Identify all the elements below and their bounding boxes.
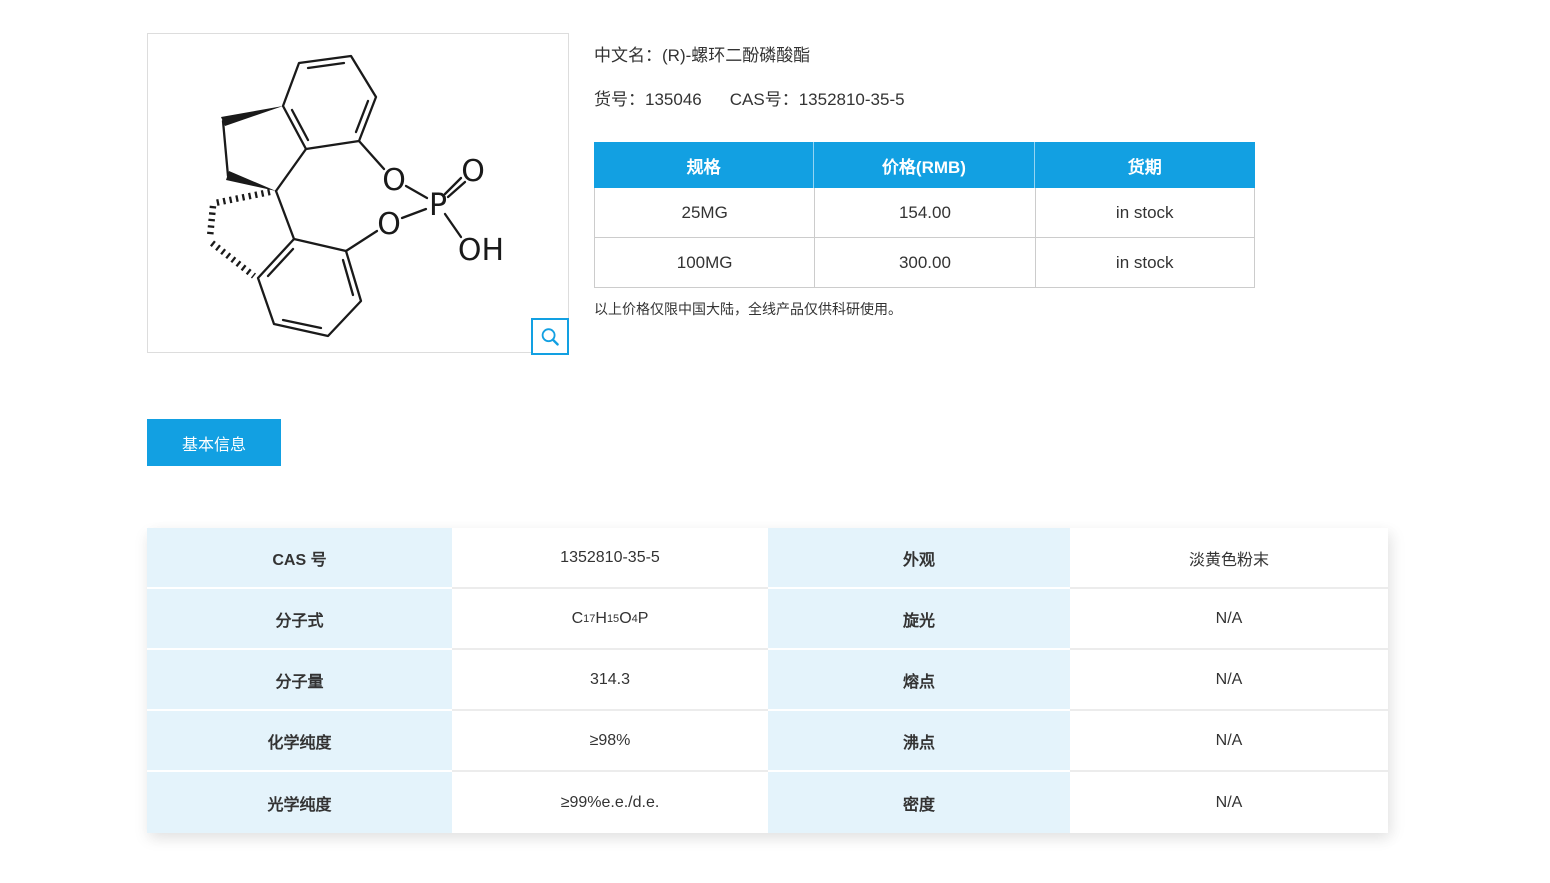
product-name: (R)-螺环二酚磷酸酯 (662, 46, 810, 65)
info-label-cell: 分子式 (147, 589, 452, 650)
magnifier-icon (540, 327, 560, 347)
price-table: 规格 价格(RMB) 货期 25MG 154.00 in stock 100MG… (594, 142, 1255, 288)
price-note: 以上价格仅限中国大陆，全线产品仅供科研使用。 (594, 299, 1255, 319)
info-value-cell: ≥98% (452, 711, 768, 772)
price-table-header-row: 规格 价格(RMB) 货期 (594, 142, 1255, 188)
atom-label-o-double: O (461, 154, 485, 189)
price-availability-cell: in stock (1035, 188, 1255, 238)
info-label-cell: 外观 (768, 528, 1070, 589)
info-value-cell: 314.3 (452, 650, 768, 711)
zoom-button[interactable] (531, 318, 569, 355)
price-value-cell: 154.00 (814, 188, 1034, 238)
info-value-cell: 淡黄色粉末 (1070, 528, 1388, 589)
structure-image-panel: O O P O OH (147, 33, 569, 353)
product-name-label: 中文名： (594, 46, 662, 65)
info-value-cell: N/A (1070, 711, 1388, 772)
atom-label-oh: OH (458, 233, 504, 268)
info-value-cell: N/A (1070, 772, 1388, 833)
info-label-cell: 熔点 (768, 650, 1070, 711)
tab-basic-info[interactable]: 基本信息 (147, 419, 281, 466)
price-table-row: 100MG 300.00 in stock (594, 238, 1255, 288)
basic-info-table: CAS 号 1352810-35-5 外观 淡黄色粉末 分子式 C17H15O4… (147, 528, 1388, 833)
product-name-line: 中文名：(R)-螺环二酚磷酸酯 (594, 44, 1255, 68)
price-value-cell: 300.00 (814, 238, 1034, 288)
price-header-spec: 规格 (594, 142, 814, 188)
sku-value: 135046 (645, 90, 702, 109)
atom-label-p: P (429, 188, 447, 223)
info-label-cell: 旋光 (768, 589, 1070, 650)
info-label-cell: CAS 号 (147, 528, 452, 589)
product-info: 中文名：(R)-螺环二酚磷酸酯 货号：135046 CAS号：1352810-35… (594, 44, 1255, 333)
info-label-cell: 分子量 (147, 650, 452, 711)
info-value-cell: N/A (1070, 589, 1388, 650)
price-header-availability: 货期 (1035, 142, 1255, 188)
info-label-cell: 密度 (768, 772, 1070, 833)
sku-label: 货号： (594, 90, 645, 109)
molecule-structure: O O P O OH (148, 34, 568, 352)
product-ids-line: 货号：135046 CAS号：1352810-35-5 (594, 88, 1255, 112)
price-header-price: 价格(RMB) (814, 142, 1034, 188)
cas-label: CAS号： (730, 90, 799, 109)
info-label-cell: 沸点 (768, 711, 1070, 772)
atom-label-o-bottom: O (377, 207, 401, 242)
atom-label-o-top: O (382, 163, 406, 198)
cas-value: 1352810-35-5 (799, 90, 905, 109)
wedge-bonds (221, 106, 283, 191)
molecular-formula-cell: C17H15O4P (452, 589, 768, 650)
info-value-cell: N/A (1070, 650, 1388, 711)
price-spec-cell: 25MG (594, 188, 814, 238)
price-spec-cell: 100MG (594, 238, 814, 288)
price-table-row: 25MG 154.00 in stock (594, 188, 1255, 238)
info-label-cell: 化学纯度 (147, 711, 452, 772)
info-label-cell: 光学纯度 (147, 772, 452, 833)
info-value-cell: ≥99%e.e./d.e. (452, 772, 768, 833)
info-value-cell: 1352810-35-5 (452, 528, 768, 589)
price-availability-cell: in stock (1035, 238, 1255, 288)
hashed-bonds (210, 192, 270, 276)
